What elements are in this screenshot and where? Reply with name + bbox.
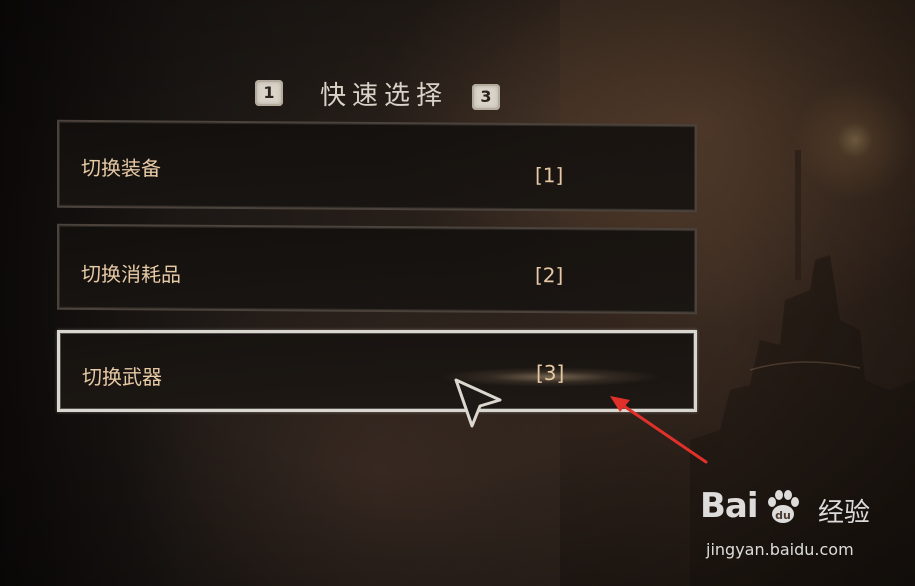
option-label: 切换武器 bbox=[82, 365, 162, 389]
watermark-brand: 经验 bbox=[818, 498, 871, 528]
option-label: 切换消耗品 bbox=[81, 261, 181, 287]
baidu-paw-icon: du bbox=[768, 490, 799, 523]
option-hotkey: [1] bbox=[535, 163, 564, 188]
option-label: 切换装备 bbox=[81, 155, 161, 181]
baidu-jingyan-watermark: Bai du 经验 jingyan.baidu.com bbox=[700, 486, 910, 576]
option-switch-consumables[interactable]: 切换消耗品 [2] bbox=[57, 223, 697, 315]
option-switch-weapon[interactable]: 切换武器 [3] bbox=[57, 330, 697, 412]
option-hotkey: [2] bbox=[535, 263, 564, 288]
pointer-cursor-icon bbox=[454, 378, 502, 428]
quick-select-header: 1 快速选择 3 bbox=[250, 76, 520, 116]
option-hotkey: [3] bbox=[536, 361, 565, 385]
watermark-logo-text: Bai bbox=[700, 486, 759, 526]
next-key-badge[interactable]: 3 bbox=[472, 84, 500, 110]
red-arrow-icon bbox=[610, 396, 708, 464]
watermark-url: jingyan.baidu.com bbox=[706, 540, 854, 559]
prev-key-badge[interactable]: 1 bbox=[255, 80, 283, 106]
svg-text:du: du bbox=[775, 509, 791, 522]
quick-select-title: 快速选择 bbox=[320, 81, 449, 111]
option-switch-equipment[interactable]: 切换装备 [1] bbox=[57, 119, 697, 213]
